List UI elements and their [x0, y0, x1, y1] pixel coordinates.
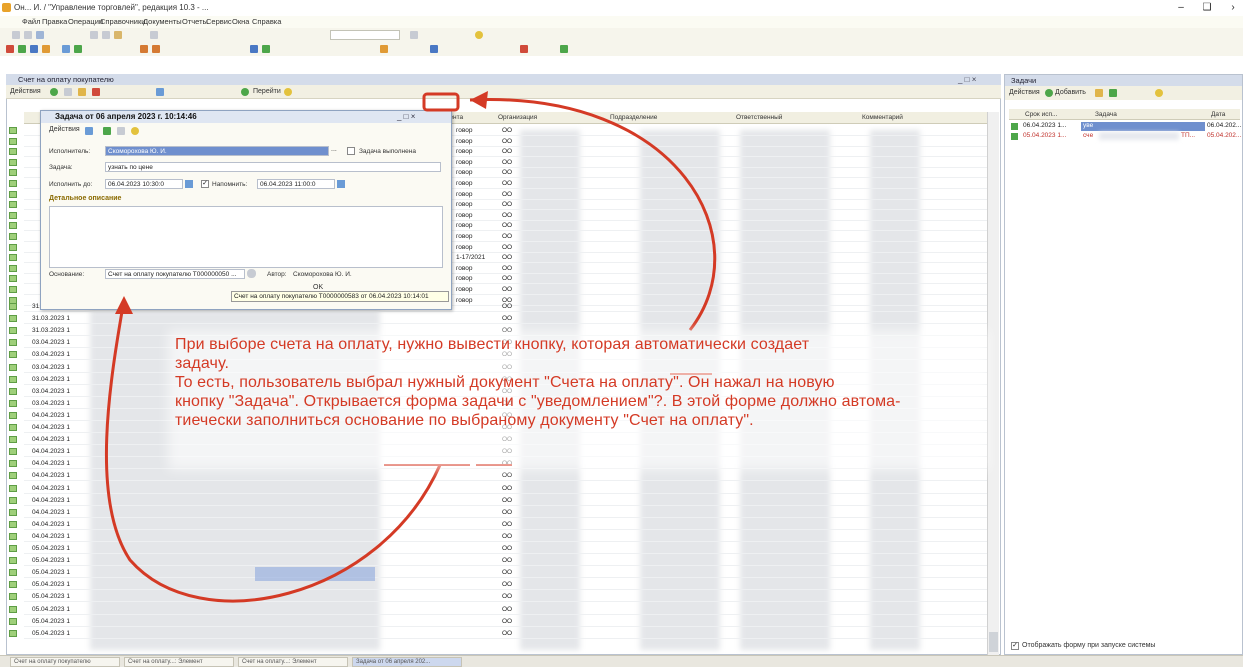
annotation-text: При выборе счета на оплату, нужно вывест… — [175, 335, 1075, 430]
annotation-line: При выборе счета на оплату, нужно вывест… — [175, 336, 810, 353]
annotation-line: То есть, пользователь выбрал нужный доку… — [175, 374, 835, 391]
highlight-box — [422, 92, 460, 112]
annotation-line: задачу. — [175, 355, 229, 372]
arrow-to-toolbar — [469, 98, 717, 331]
arrow-to-basis-head — [115, 296, 133, 314]
annotation-line: тиечески заполниться основание по выбран… — [175, 412, 754, 429]
annotation-line: кнопку "Задача". Открывается форма задач… — [175, 393, 901, 410]
arrow-to-toolbar-head — [470, 91, 488, 109]
